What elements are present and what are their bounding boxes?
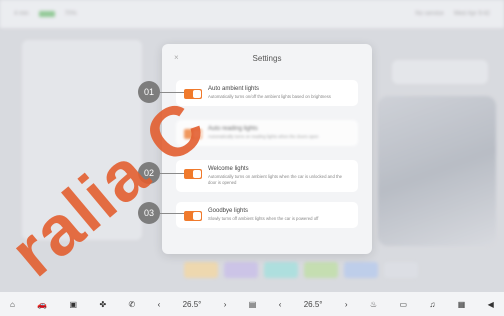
- setting-desc: Automatically turns on ambient lights wh…: [208, 174, 342, 185]
- fan-icon[interactable]: ✤: [99, 300, 106, 309]
- temp-right-increase[interactable]: ›: [345, 300, 348, 309]
- home-icon[interactable]: ⌂: [10, 300, 15, 309]
- phone-icon[interactable]: ✆: [129, 300, 136, 309]
- modal-title: Settings: [252, 54, 282, 63]
- left-temperature: 26.5°: [182, 299, 202, 309]
- setting-welcome-lights: Welcome lights Automatically turns on am…: [176, 160, 358, 192]
- callout-marker-03: 03: [138, 202, 160, 224]
- callout-marker-01: 01: [138, 81, 160, 103]
- setting-desc: Automatically turns on reading lights wh…: [208, 134, 319, 139]
- seat-icon[interactable]: ▣: [70, 300, 78, 309]
- setting-desc: Slowly turns off ambient lights when the…: [208, 216, 319, 221]
- media-icon[interactable]: ▭: [399, 300, 407, 309]
- apps-icon[interactable]: ▦: [458, 300, 466, 309]
- callout-leader: [160, 92, 184, 93]
- setting-title: Goodbye lights: [208, 208, 249, 214]
- bottom-dock: ⌂ 🚗 ▣ ✤ ✆ ‹ 26.5° › ▤ ‹ 26.5° › ♨ ▭ ♫ ▦ …: [0, 292, 504, 316]
- setting-reading-lights: Auto reading lights Automatically turns …: [176, 120, 358, 146]
- welcome-lights-toggle[interactable]: [184, 169, 202, 179]
- right-temperature: 26.5°: [303, 299, 323, 309]
- setting-title: Auto ambient lights: [208, 86, 260, 92]
- temp-left-decrease[interactable]: ‹: [158, 300, 161, 309]
- climate-icon[interactable]: ▤: [249, 300, 257, 309]
- setting-desc: Automatically turns on/off the ambient l…: [208, 94, 331, 99]
- setting-title: Welcome lights: [208, 166, 249, 172]
- callout-leader: [160, 213, 184, 214]
- temp-left-increase[interactable]: ›: [224, 300, 227, 309]
- settings-modal: × Settings Auto ambient lights Automatic…: [162, 44, 372, 254]
- callout-marker-02: 02: [138, 162, 160, 184]
- reading-lights-toggle[interactable]: [184, 129, 202, 139]
- callout-leader: [160, 173, 184, 174]
- car-icon[interactable]: 🚗: [37, 300, 47, 309]
- auto-ambient-toggle[interactable]: [184, 89, 202, 99]
- music-icon[interactable]: ♫: [429, 300, 435, 309]
- setting-goodbye-lights: Goodbye lights Slowly turns off ambient …: [176, 202, 358, 228]
- volume-icon[interactable]: ◀: [488, 300, 494, 309]
- setting-title: Auto reading lights: [208, 126, 258, 132]
- goodbye-lights-toggle[interactable]: [184, 211, 202, 221]
- setting-auto-ambient: Auto ambient lights Automatically turns …: [176, 80, 358, 106]
- seat-heat-icon[interactable]: ♨: [370, 300, 377, 309]
- temp-right-decrease[interactable]: ‹: [279, 300, 282, 309]
